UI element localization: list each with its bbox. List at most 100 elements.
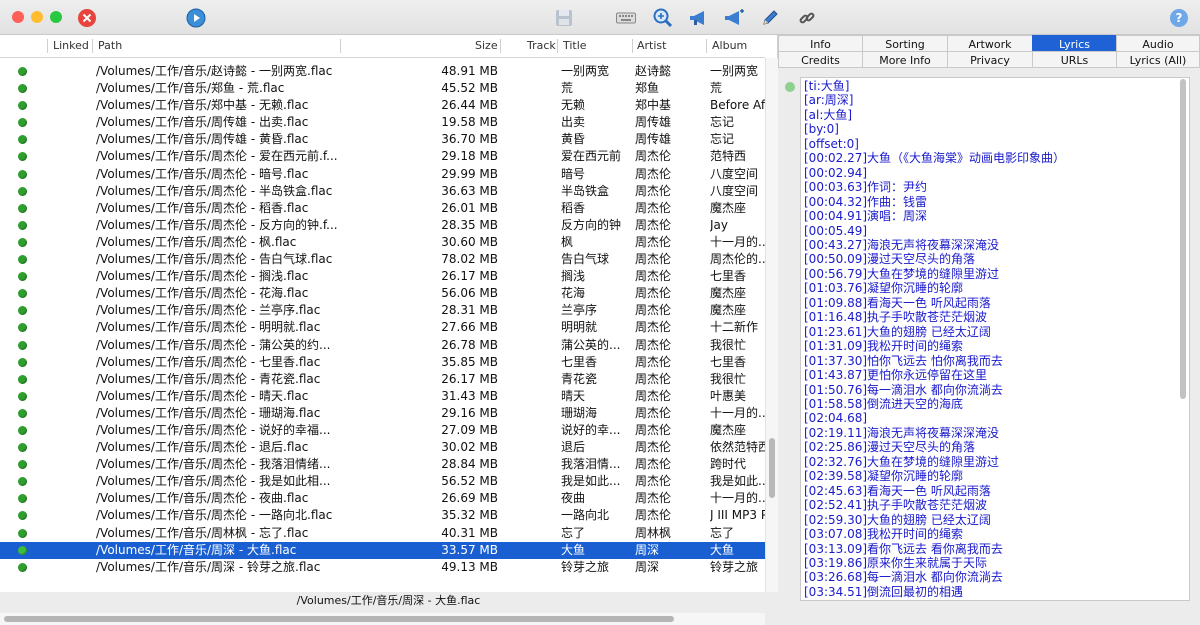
window-zoom-button[interactable]	[50, 11, 62, 23]
table-row[interactable]: /Volumes/工作/音乐/周传雄 - 出卖.flac 19.58 MB 出卖 周传…	[0, 114, 765, 131]
tab-privacy[interactable]: Privacy	[947, 51, 1033, 68]
table-row[interactable]: /Volumes/工作/音乐/周杰伦 - 花海.flac 56.06 MB 花海 周杰…	[0, 285, 765, 302]
column-header-artist[interactable]: Artist	[637, 35, 666, 57]
cell-artist: 周杰伦	[635, 200, 672, 215]
lyrics-text[interactable]: [ti:大鱼] [ar:周深] [al:大鱼] [by:0] [offset:0…	[804, 79, 1065, 599]
linked-status-dot	[18, 255, 27, 265]
linked-status-dot	[18, 67, 27, 76]
pencil-icon	[763, 10, 778, 25]
table-row[interactable]: /Volumes/工作/音乐/周杰伦 - 枫.flac 30.60 MB 枫 周杰伦 十…	[0, 234, 765, 251]
table-row[interactable]: /Volumes/工作/音乐/周杰伦 - 半岛铁盒.flac 36.63 MB 半岛…	[0, 183, 765, 200]
column-header-album[interactable]: Album	[712, 35, 747, 57]
announce-button[interactable]	[688, 7, 710, 29]
cell-title: 蒲公英的...	[561, 337, 621, 352]
cell-artist: 周杰伦	[635, 388, 672, 403]
table-row[interactable]: /Volumes/工作/音乐/周杰伦 - 兰亭序.flac 28.31 MB 兰亭序…	[0, 302, 765, 319]
cell-size: 48.91 MB	[441, 64, 498, 78]
keyboard-button[interactable]	[615, 7, 637, 29]
cell-size: 27.09 MB	[441, 422, 498, 437]
linked-status-dot	[18, 391, 27, 401]
column-header-track[interactable]: Track	[527, 35, 556, 57]
table-row[interactable]: /Volumes/工作/音乐/周杰伦 - 珊瑚海.flac 29.16 MB 珊瑚海…	[0, 405, 765, 422]
tab-audio[interactable]: Audio	[1116, 35, 1200, 52]
tag-editor-panel: Info Sorting Artwork Lyrics Audio Credits Mor…	[778, 35, 1200, 609]
table-row[interactable]: /Volumes/工作/音乐/周杰伦 - 爱在西元前.f... 29.18 MB 爱…	[0, 148, 765, 165]
tab-more-info[interactable]: More Info	[862, 51, 948, 68]
table-row[interactable]: /Volumes/工作/音乐/周深 - 铃芽之旅.flac 49.13 MB 铃芽之…	[0, 559, 765, 576]
table-row[interactable]: /Volumes/工作/音乐/周杰伦 - 暗号.flac 29.99 MB 暗号 周杰…	[0, 166, 765, 183]
table-row[interactable]: /Volumes/工作/音乐/周深 - 大鱼.flac 33.57 MB 大鱼 周深 大…	[0, 541, 765, 559]
cell-album: 七里香	[710, 354, 747, 369]
table-row[interactable]: /Volumes/工作/音乐/周杰伦 - 晴天.flac 31.43 MB 晴天 周杰…	[0, 388, 765, 405]
table-row[interactable]: /Volumes/工作/音乐/周传雄 - 黄昏.flac 36.70 MB 黄昏 周传…	[0, 131, 765, 148]
announce-plus-button[interactable]	[723, 7, 745, 29]
table-row[interactable]: /Volumes/工作/音乐/郑鱼 - 荒.flac 45.52 MB 荒 郑鱼 荒	[0, 80, 765, 97]
cell-title: 爱在西元前	[561, 149, 622, 164]
cell-album: 忘了	[710, 525, 735, 540]
tab-artwork[interactable]: Artwork	[947, 35, 1033, 52]
tab-credits[interactable]: Credits	[778, 51, 863, 68]
table-row[interactable]: /Volumes/工作/音乐/周杰伦 - 退后.flac 30.02 MB 退后 周杰…	[0, 439, 765, 456]
table-row[interactable]: /Volumes/工作/音乐/周杰伦 - 七里香.flac 35.85 MB 七里香…	[0, 354, 765, 371]
table-row[interactable]: /Volumes/工作/音乐/周杰伦 - 一路向北.flac 35.32 MB 一路…	[0, 507, 765, 524]
cell-title: 我落泪情...	[561, 457, 621, 472]
table-row[interactable]: /Volumes/工作/音乐/郑中基 - 无赖.flac 26.44 MB 无赖 郑中…	[0, 97, 765, 114]
column-header-size[interactable]: Size	[475, 35, 498, 57]
table-row[interactable]: /Volumes/工作/音乐/周杰伦 - 青花瓷.flac 26.17 MB 青花瓷…	[0, 371, 765, 388]
cell-title: 七里香	[561, 354, 598, 369]
cell-title: 搁浅	[561, 269, 586, 284]
table-row[interactable]: /Volumes/工作/音乐/周杰伦 - 我是如此相... 56.52 MB 我是如…	[0, 473, 765, 490]
cell-artist: 周杰伦	[635, 474, 672, 489]
help-button[interactable]: ?	[1168, 7, 1190, 29]
play-button[interactable]	[185, 7, 207, 29]
cell-path: /Volumes/工作/音乐/周杰伦 - 稻香.flac	[96, 200, 309, 215]
table-row[interactable]: /Volumes/工作/音乐/周杰伦 - 明明就.flac 27.66 MB 明明就…	[0, 319, 765, 336]
lyrics-editor[interactable]: [ti:大鱼] [ar:周深] [al:大鱼] [by:0] [offset:0…	[800, 77, 1190, 601]
table-horizontal-scrollbar[interactable]	[0, 613, 765, 625]
linked-status-dot	[18, 152, 27, 162]
cell-album: 十一月的...	[710, 405, 765, 420]
cell-path: /Volumes/工作/音乐/周深 - 大鱼.flac	[96, 542, 297, 557]
table-row[interactable]: /Volumes/工作/音乐/周杰伦 - 告白气球.flac 78.02 MB 告白…	[0, 251, 765, 268]
table-row[interactable]: /Volumes/工作/音乐/周杰伦 - 我落泪情绪... 28.84 MB 我落泪…	[0, 456, 765, 473]
cell-title: 黄昏	[561, 132, 586, 147]
edit-button[interactable]	[759, 7, 781, 29]
cell-album: 八度空间	[710, 166, 759, 181]
table-row[interactable]: /Volumes/工作/音乐/周杰伦 - 稻香.flac 26.01 MB 稻香 周杰…	[0, 200, 765, 217]
tab-urls[interactable]: URLs	[1032, 51, 1117, 68]
link-icon	[799, 12, 815, 24]
table-vertical-scrollbar[interactable]	[765, 58, 778, 592]
table-row[interactable]: /Volumes/工作/音乐/周杰伦 - 搁浅.flac 26.17 MB 搁浅 周杰…	[0, 268, 765, 285]
link-button[interactable]	[796, 7, 818, 29]
remove-tags-button[interactable]	[76, 7, 98, 29]
cell-path: /Volumes/工作/音乐/周杰伦 - 一路向北.flac	[96, 508, 333, 523]
cell-artist: 周杰伦	[635, 183, 672, 198]
table-row[interactable]: /Volumes/工作/音乐/周杰伦 - 反方向的钟.f... 28.35 MB 反…	[0, 217, 765, 234]
column-header-linked[interactable]: Linked	[53, 35, 89, 57]
tab-sorting[interactable]: Sorting	[862, 35, 948, 52]
cell-album: Before After	[710, 98, 765, 113]
column-header-title[interactable]: Title	[563, 35, 587, 57]
cell-artist: 周杰伦	[635, 149, 672, 164]
column-header-path[interactable]: Path	[98, 35, 122, 57]
table-row[interactable]: /Volumes/工作/音乐/周林枫 - 忘了.flac 40.31 MB 忘了 周林…	[0, 525, 765, 542]
table-row[interactable]: /Volumes/工作/音乐/周杰伦 - 说好的幸福... 27.09 MB 说好的…	[0, 422, 765, 439]
table-row[interactable]: /Volumes/工作/音乐/周杰伦 - 蒲公英的约... 26.78 MB 蒲公英…	[0, 337, 765, 354]
save-button[interactable]	[553, 7, 575, 29]
window-close-button[interactable]	[12, 11, 24, 23]
tab-info[interactable]: Info	[778, 35, 863, 52]
cell-artist: 周杰伦	[635, 286, 672, 301]
zoom-in-button[interactable]	[652, 7, 674, 29]
cell-artist: 周杰伦	[635, 354, 672, 369]
lyrics-scrollbar[interactable]	[1178, 77, 1188, 599]
table-row[interactable]: /Volumes/工作/音乐/周杰伦 - 夜曲.flac 26.69 MB 夜曲 周杰…	[0, 490, 765, 507]
cell-title: 我是如此...	[561, 474, 621, 489]
play-icon	[186, 8, 206, 28]
table-row[interactable]: /Volumes/工作/音乐/赵诗懿 - 一别两宽.flac 48.91 MB 一别…	[0, 63, 765, 80]
tab-lyrics[interactable]: Lyrics	[1032, 35, 1117, 52]
cell-title: 枫	[561, 234, 574, 249]
cell-album: 周杰伦的...	[710, 252, 765, 267]
tab-lyrics-all[interactable]: Lyrics (All)	[1116, 51, 1200, 68]
window-minimize-button[interactable]	[31, 11, 43, 23]
cell-album: 魔杰座	[710, 286, 747, 301]
